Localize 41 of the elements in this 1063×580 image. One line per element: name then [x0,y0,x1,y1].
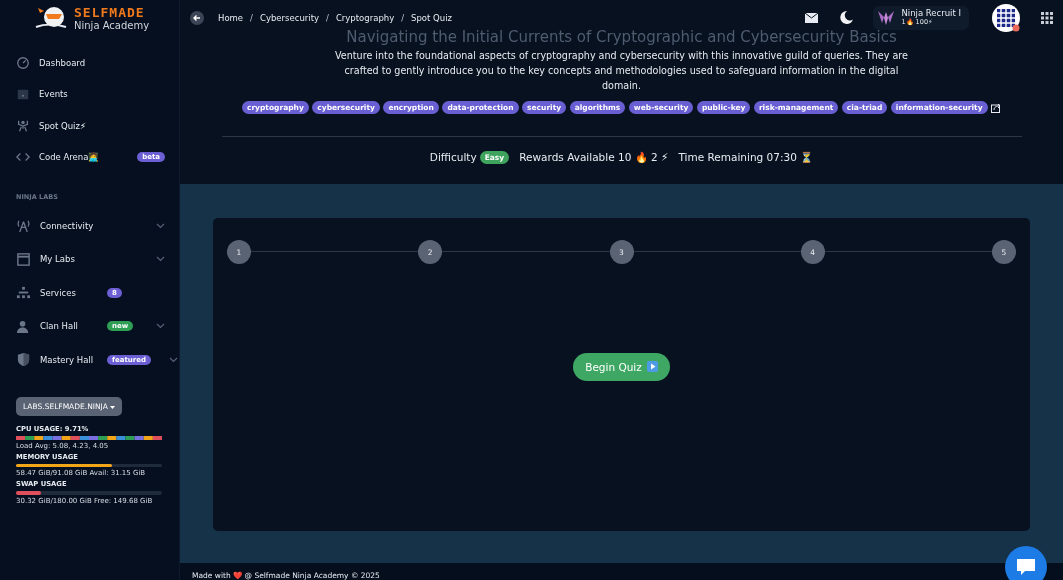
user-icon [16,318,31,334]
mail-icon[interactable] [805,12,819,23]
shield-icon [16,352,31,368]
rewards-text: Rewards Available 10 🔥 2 ⚡ [519,150,669,164]
nav-item[interactable]: My Labs [16,242,165,276]
dashboard-icon [16,55,30,70]
play-icon [646,361,658,372]
antenna-icon [16,218,31,234]
breadcrumb-link[interactable]: Home [218,12,244,23]
breadcrumb-link[interactable]: Cybersecurity [260,12,319,23]
difficulty-label: Difficulty [429,151,477,163]
nav-item[interactable]: Connectivity [16,209,165,243]
brand-subtitle: Ninja Academy [74,20,150,31]
share-icon[interactable] [991,102,1002,113]
chat-bubble-icon [1016,558,1036,576]
breadcrumb-link[interactable]: Cryptography [335,12,395,23]
quiz-title: Navigating the Initial Currents of Cryptographic and Cybersecurity Basics [346,28,897,46]
nav-item[interactable]: Events [16,78,165,110]
moon-icon[interactable] [840,11,854,24]
chevron-down-icon [156,222,165,229]
chevron-down-icon [156,323,165,330]
chevron-down-icon [156,256,165,263]
caret-icon [110,405,116,409]
user-name: Ninja Recruit I [901,8,961,18]
nav-item[interactable]: Dashboard [16,47,165,79]
time-remaining: Time Remaining 07:30 ⏳ [678,150,814,164]
quiz-icon [16,118,30,133]
calendar-icon [16,87,30,102]
breadcrumb-separator: / [326,12,329,23]
apps-grid-icon[interactable] [1041,11,1053,24]
nav-item[interactable]: Spot Quiz⚡ [16,110,165,142]
window-icon [16,251,31,267]
breadcrumb-separator: / [250,12,253,23]
begin-quiz-button[interactable]: Begin Quiz [573,352,670,381]
breadcrumb-separator: / [401,12,405,23]
quiz-description: Venture into the foundational aspects of cryptography and cybersecurity with this innovative guild of queries. They are crafted to gently introduce you to the key concepts and methodologies used to safeguard information in the digital domain. [334,49,909,93]
chevron-down-icon [169,356,179,363]
tree-icon [16,285,31,301]
brand-name: SELFMADE [74,5,146,19]
breadcrumb-link[interactable]: Spot Quiz [411,12,452,23]
avatar-icon[interactable] [991,2,1021,33]
